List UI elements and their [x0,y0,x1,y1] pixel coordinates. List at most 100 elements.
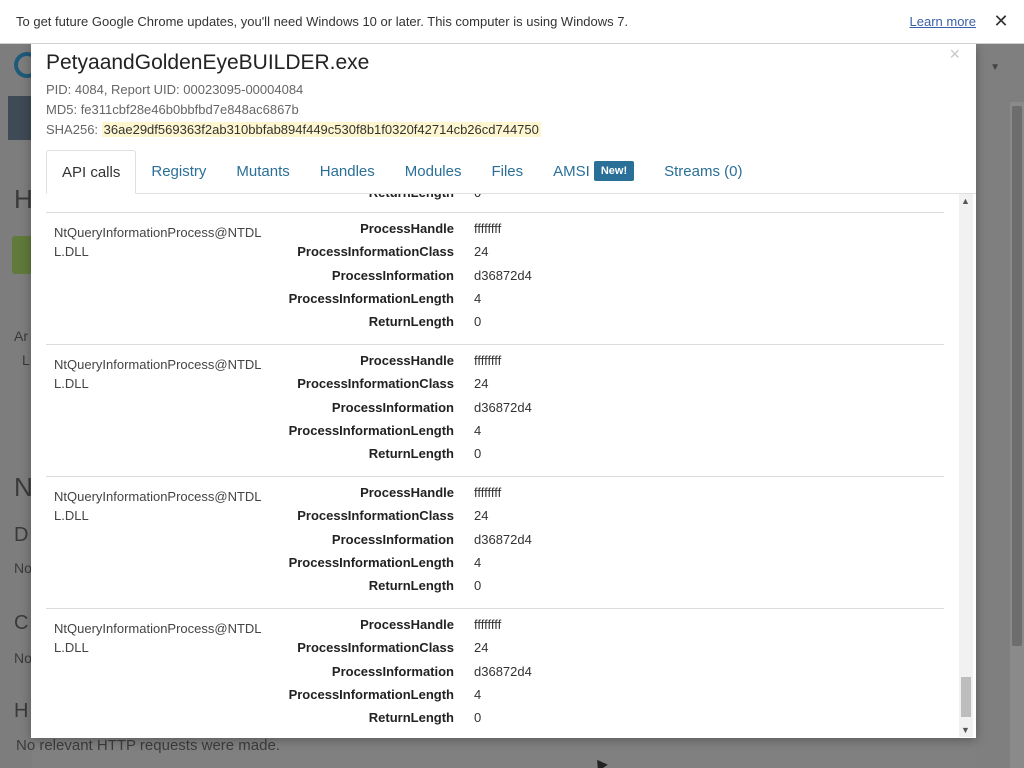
param-key: ReturnLength [368,314,454,330]
param-key: ProcessInformationLength [288,290,454,306]
param-key: ProcessInformation [331,663,454,679]
param-row: ProcessInformationLength 4 [46,423,944,446]
http-requests-note: No relevant HTTP requests were made. [16,737,281,754]
scroll-up-icon[interactable]: ▲ [961,196,970,206]
param-row: ProcessInformationLength 4 [46,687,944,710]
status-icon [12,236,32,274]
sha256-value: 36ae29df569363f2ab310bbfab894f449c530f8b… [101,122,541,137]
param-value: 0 [474,314,482,330]
param-value: d36872d4 [474,531,532,547]
param-key: ProcessInformationClass [297,376,454,392]
param-row: ProcessInformationLength 4 [46,291,944,314]
api-calls-list[interactable]: ReturnLength 0 NtQueryInformationProcess… [46,194,944,737]
param-value: ffffffff [474,221,502,236]
tab-bar: API calls Registry Mutants Handles Modul… [46,150,976,194]
param-value: 24 [474,244,489,260]
partial-param-row: ReturnLength 0 [46,194,944,203]
param-row: ProcessInformationClass 24 [46,640,944,663]
param-value: ffffffff [474,617,502,632]
tab-registry[interactable]: Registry [136,150,221,194]
api-call-row: NtQueryInformationProcess@NTDLL.DLL Proc… [46,212,944,344]
sha256-line: SHA256: 36ae29df569363f2ab310bbfab894f44… [46,120,961,140]
param-key: ProcessInformation [331,267,454,283]
background-text: Ar [14,328,28,344]
chevron-down-icon[interactable]: ▼ [990,62,1000,73]
param-value: 0 [474,710,482,726]
modal-scrollbar-thumb[interactable] [961,677,971,717]
param-key: ReturnLength [369,194,454,200]
tab-streams[interactable]: Streams (0) [649,150,757,194]
param-key: ProcessInformationClass [297,244,454,260]
param-key: ReturnLength [368,446,454,462]
param-value: d36872d4 [474,663,532,679]
api-call-row: NtQueryInformationProcess@NTDLL.DLL Proc… [46,476,944,608]
api-params: ProcessHandle ffffffff ProcessInformation… [46,353,944,469]
new-badge: New! [593,161,635,181]
param-key: ProcessHandle [360,485,454,500]
chrome-update-infobar: To get future Google Chrome updates, you… [0,0,1024,44]
param-row: ReturnLength 0 [46,578,944,601]
tab-amsi[interactable]: AMSI New! [538,150,649,194]
param-row: ProcessHandle ffffffff [46,353,944,376]
param-key: ProcessInformationLength [288,554,454,570]
param-key: ReturnLength [368,710,454,726]
param-row: ProcessHandle ffffffff [46,617,944,640]
scroll-down-icon[interactable]: ▼ [961,725,970,735]
tab-files[interactable]: Files [476,150,538,194]
modal-close-icon[interactable]: × [949,44,960,65]
param-value: 24 [474,376,489,392]
background-text: No [14,560,32,576]
param-row: ProcessInformationClass 24 [46,244,944,267]
param-value: 4 [474,422,482,438]
param-value: 24 [474,508,489,524]
param-row: ReturnLength 0 [46,314,944,337]
close-icon[interactable]: ✕ [992,11,1010,32]
param-key: ProcessHandle [360,617,454,632]
param-value: ffffffff [474,353,502,368]
modal-header: PetyaandGoldenEyeBUILDER.exe PID: 4084, … [31,44,976,140]
tab-amsi-label: AMSI [553,163,590,180]
param-row: ProcessInformationClass 24 [46,508,944,531]
modal-scrollbar[interactable]: ▲ ▼ [959,194,973,737]
param-key: ProcessHandle [360,221,454,236]
param-row: ReturnLength 0 [46,710,944,733]
param-key: ProcessInformation [331,531,454,547]
param-value: ffffffff [474,485,502,500]
param-key: ProcessInformation [331,399,454,415]
param-value: 0 [474,446,482,462]
background-subheading: D [14,524,29,546]
param-key: ProcessInformationClass [297,640,454,656]
api-call-row: NtQueryInformationProcess@NTDLL.DLL Proc… [46,344,944,476]
tab-mutants[interactable]: Mutants [221,150,304,194]
param-key: ProcessInformationClass [297,508,454,524]
param-row: ProcessInformation d36872d4 [46,532,944,555]
param-row: ProcessInformationClass 24 [46,376,944,399]
param-key: ProcessHandle [360,353,454,368]
api-params: ProcessHandle ffffffff ProcessInformation… [46,617,944,733]
param-row: ProcessInformation d36872d4 [46,268,944,291]
background-heading: N [14,472,33,502]
param-row: ProcessInformationLength 4 [46,555,944,578]
param-value: 4 [474,554,482,570]
param-value: d36872d4 [474,267,532,283]
param-value: d36872d4 [474,399,532,415]
process-details-modal: × PetyaandGoldenEyeBUILDER.exe PID: 4084… [31,44,976,738]
param-row: ReturnLength 0 [46,446,944,469]
learn-more-link[interactable]: Learn more [910,14,976,29]
param-key: ProcessInformationLength [288,686,454,702]
param-value: 0 [474,194,481,200]
param-value: 0 [474,578,482,594]
sha256-label: SHA256: [46,122,99,137]
param-key: ReturnLength [368,578,454,594]
page-scrollbar-thumb[interactable] [1012,106,1022,646]
tab-handles[interactable]: Handles [305,150,390,194]
tab-modules[interactable]: Modules [390,150,477,194]
api-params: ProcessHandle ffffffff ProcessInformation… [46,221,944,337]
param-row: ProcessHandle ffffffff [46,485,944,508]
infobar-message: To get future Google Chrome updates, you… [16,14,629,29]
param-value: 4 [474,290,482,306]
param-value: 24 [474,640,489,656]
tab-api-calls[interactable]: API calls [46,150,137,194]
screenshot-thumbnail [8,96,32,140]
md5-value: fe311cbf28e46b0bbfbd7e848ac6867b [80,102,299,117]
